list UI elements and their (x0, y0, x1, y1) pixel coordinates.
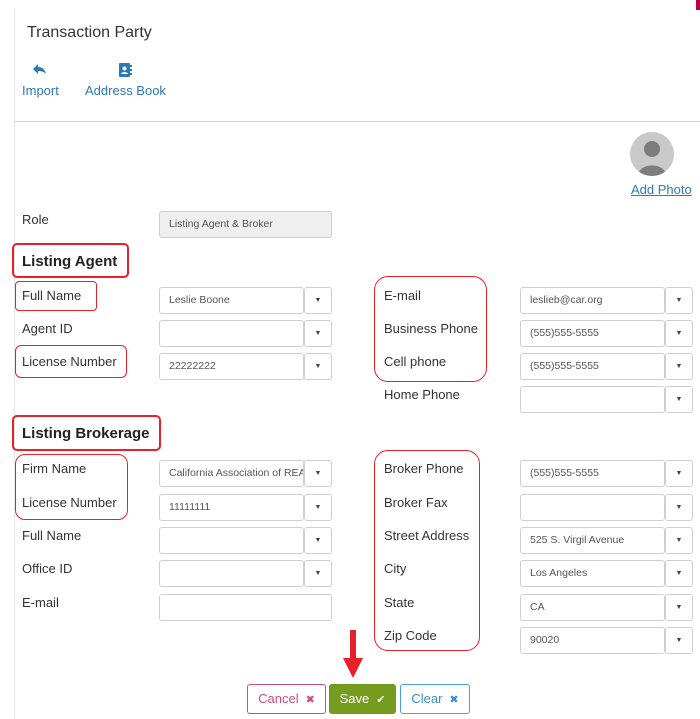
address-book-button[interactable]: Address Book (85, 62, 166, 98)
avatar-placeholder-icon (630, 132, 674, 176)
zip-code-label: Zip Code (384, 628, 437, 643)
caret-down-icon[interactable]: ▼ (304, 353, 332, 380)
agent-home-phone-label: Home Phone (384, 387, 460, 402)
agent-home-phone-input[interactable] (520, 386, 665, 413)
address-book-icon (85, 62, 166, 80)
caret-down-icon[interactable]: ▼ (665, 320, 693, 347)
caret-down-icon[interactable]: ▼ (665, 627, 693, 654)
agent-full-name-label: Full Name (22, 288, 82, 303)
x-icon: ✖ (305, 694, 315, 706)
save-button[interactable]: Save ✔ (329, 684, 396, 714)
agent-email-input[interactable]: leslieb@car.org (520, 287, 665, 314)
caret-down-icon[interactable]: ▼ (665, 287, 693, 314)
role-field: Listing Agent & Broker (159, 211, 332, 238)
caret-down-icon[interactable]: ▼ (665, 527, 693, 554)
office-id-label: Office ID (22, 561, 73, 576)
caret-down-icon[interactable]: ▼ (665, 460, 693, 487)
caret-down-icon[interactable]: ▼ (304, 560, 332, 587)
dialog-title: Transaction Party (27, 24, 152, 41)
brokerage-email-input[interactable] (159, 594, 332, 621)
caret-down-icon[interactable]: ▼ (665, 386, 693, 413)
city-input[interactable]: Los Angeles (520, 560, 665, 587)
address-book-label: Address Book (85, 83, 166, 98)
add-photo-link[interactable]: Add Photo (631, 182, 692, 197)
corner-tab (696, 0, 700, 10)
toolbar-divider (14, 121, 700, 122)
state-input[interactable]: CA (520, 594, 665, 621)
reply-arrow-icon (22, 62, 59, 80)
cancel-button[interactable]: Cancel ✖ (247, 684, 326, 714)
firm-name-input[interactable]: California Association of REALTORS (159, 460, 304, 487)
caret-down-icon[interactable]: ▼ (304, 460, 332, 487)
caret-down-icon[interactable]: ▼ (665, 494, 693, 521)
import-button[interactable]: Import (22, 62, 59, 98)
caret-down-icon[interactable]: ▼ (304, 494, 332, 521)
check-icon: ✔ (376, 694, 386, 706)
broker-fax-label: Broker Fax (384, 495, 448, 510)
x-icon: ✖ (449, 694, 459, 706)
caret-down-icon[interactable]: ▼ (665, 594, 693, 621)
listing-brokerage-heading: Listing Brokerage (22, 425, 150, 442)
agent-cell-phone-label: Cell phone (384, 354, 447, 369)
clear-button[interactable]: Clear ✖ (400, 684, 470, 714)
caret-down-icon[interactable]: ▼ (304, 320, 332, 347)
arrow-down-icon (343, 630, 363, 678)
broker-fax-input[interactable] (520, 494, 665, 521)
caret-down-icon[interactable]: ▼ (665, 560, 693, 587)
broker-phone-label: Broker Phone (384, 461, 464, 476)
state-label: State (384, 595, 415, 610)
brokerage-license-label: License Number (22, 495, 117, 510)
brokerage-full-name-label: Full Name (22, 528, 82, 543)
broker-phone-input[interactable]: (555)555-5555 (520, 460, 665, 487)
city-label: City (384, 561, 407, 576)
agent-license-input[interactable]: 22222222 (159, 353, 304, 380)
agent-email-label: E-mail (384, 288, 421, 303)
zip-code-input[interactable]: 90020 (520, 627, 665, 654)
agent-cell-phone-input[interactable]: (555)555-5555 (520, 353, 665, 380)
caret-down-icon[interactable]: ▼ (304, 527, 332, 554)
import-label: Import (22, 83, 59, 98)
brokerage-license-input[interactable]: 11111111 (159, 494, 304, 521)
agent-business-phone-label: Business Phone (384, 321, 478, 336)
street-address-input[interactable]: 525 S. Virgil Avenue (520, 527, 665, 554)
agent-license-label: License Number (22, 354, 117, 369)
street-address-label: Street Address (384, 528, 470, 543)
agent-id-label: Agent ID (22, 321, 73, 336)
agent-business-phone-input[interactable]: (555)555-5555 (520, 320, 665, 347)
agent-id-input[interactable] (159, 320, 304, 347)
caret-down-icon[interactable]: ▼ (665, 353, 693, 380)
listing-agent-heading: Listing Agent (22, 253, 118, 270)
office-id-input[interactable] (159, 560, 304, 587)
firm-name-label: Firm Name (22, 461, 87, 476)
caret-down-icon[interactable]: ▼ (304, 287, 332, 314)
brokerage-full-name-input[interactable] (159, 527, 304, 554)
brokerage-email-label: E-mail (22, 595, 59, 610)
agent-full-name-input[interactable]: Leslie Boone (159, 287, 304, 314)
role-label: Role (22, 212, 49, 227)
